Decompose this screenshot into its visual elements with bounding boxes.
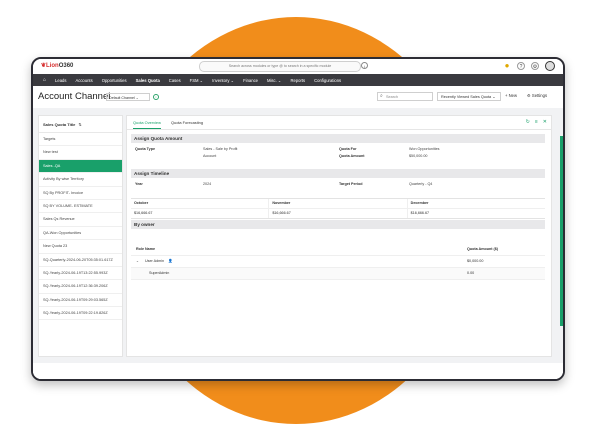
avatar[interactable] xyxy=(545,61,555,71)
year-label: Year xyxy=(135,182,143,186)
quota-for-label: Quota For xyxy=(339,147,357,151)
tab-actions: ↻ ≡ ✕ xyxy=(526,119,547,125)
owner-quota-table: Role Name Quota Amount ($) ⌄ User Admin … xyxy=(131,244,545,280)
sidebar-item[interactable]: Sales Qs Revenue xyxy=(39,213,122,227)
page-scrollbar[interactable] xyxy=(560,136,563,326)
settings-button[interactable]: ⚙ Settings xyxy=(527,93,547,98)
nav-item-fsm[interactable]: FSM ⌄ xyxy=(190,78,204,83)
content-area: Sales Quota Title ⇅ Targets New test Sal… xyxy=(33,108,563,379)
list-icon[interactable]: ≡ xyxy=(535,119,538,125)
sidebar-item[interactable]: SQ-Quarterly-2024-06-20T05:35:01.617Z xyxy=(39,254,122,267)
bottom-blank-area xyxy=(33,363,563,379)
nav-item-opportunities[interactable]: Opportunities xyxy=(102,78,127,83)
app-logo[interactable]: ❦LionO360 xyxy=(41,62,73,69)
owner-amount: 0.00 xyxy=(467,271,475,275)
table-header-row: Role Name Quota Amount ($) xyxy=(131,244,545,256)
target-period-label: Target Period xyxy=(339,182,363,186)
table-row[interactable]: ⌄ User Admin 👤 $0,000.00 xyxy=(131,256,545,268)
table-row: $16,666.67 $16,666.67 $16,666.67 xyxy=(131,209,545,218)
sidebar-item[interactable]: SQ-Yearly-2024-06-19T09:29:03.565Z xyxy=(39,294,122,308)
quota-type-value: Sales - Sale by Profit xyxy=(203,147,238,151)
quota-amount-label: Quota Amount xyxy=(339,154,365,158)
month-header: November xyxy=(269,199,408,208)
home-icon[interactable]: ⌂ xyxy=(43,77,46,83)
sidebar-item[interactable]: New test xyxy=(39,146,122,160)
gear-icon[interactable]: ⚙ xyxy=(531,62,539,70)
nav-item-sales-quota[interactable]: Sales Quota xyxy=(136,78,160,83)
info-icon[interactable]: i xyxy=(153,94,159,100)
sidebar-item[interactable]: SQ-Yearly-2024-06-19T12:36:39.206Z xyxy=(39,280,122,294)
sidebar-item[interactable]: Targets xyxy=(39,133,122,147)
global-search-input[interactable]: Search across modules or type @ to searc… xyxy=(199,61,361,72)
month-amount: $16,666.67 xyxy=(269,209,408,218)
quota-amount-value: $50,000.00 xyxy=(409,154,428,158)
month-amount: $16,666.67 xyxy=(131,209,270,218)
help-icon[interactable]: ? xyxy=(517,62,525,70)
new-button[interactable]: + New xyxy=(505,93,517,98)
owner-name: User Admin xyxy=(145,259,165,263)
tab-quota-overview[interactable]: Quota Overview xyxy=(133,120,161,129)
sidebar-item[interactable]: Activity By wise Territory xyxy=(39,173,122,187)
section-by-owner: By owner xyxy=(131,220,545,229)
page-header: Account Channel Default Channel ⌄ i ⌕ Se… xyxy=(33,86,563,108)
nav-item-leads[interactable]: Leads xyxy=(55,78,66,83)
nav-item-reports[interactable]: Reports xyxy=(290,78,305,83)
monthly-targets-table: October November December $16,666.67 $16… xyxy=(131,198,545,219)
target-period-value: Quarterly - Q4 xyxy=(409,182,433,186)
main-nav: ⌂ Leads Accounts Opportunities Sales Quo… xyxy=(33,74,563,86)
info-icon[interactable]: i xyxy=(361,62,368,69)
sidebar-item[interactable]: QA-Won Opportunities xyxy=(39,227,122,241)
quota-detail-panel: Quota Overview Quota Forecasting ↻ ≡ ✕ A… xyxy=(126,115,552,357)
sidebar-item[interactable]: SQ-Yearly-2024-06-19T13:22:55.993Z xyxy=(39,267,122,281)
year-value: 2024 xyxy=(203,182,212,186)
sidebar-item-active[interactable]: Sales -QA xyxy=(39,159,122,174)
quota-for-value: Won Opportunities xyxy=(409,147,440,151)
month-header: October xyxy=(131,199,270,208)
role-name-header: Role Name xyxy=(136,247,156,251)
quota-type-label: Quota Type xyxy=(135,147,156,151)
user-icon: 👤 xyxy=(168,259,173,263)
owner-name: SuperAdmin xyxy=(149,271,170,275)
tab-quota-forecasting[interactable]: Quota Forecasting xyxy=(171,120,203,125)
nav-item-configurations[interactable]: Configurations xyxy=(314,78,341,83)
sidebar-title-label: Sales Quota Title xyxy=(43,121,76,127)
nav-item-accounts[interactable]: Accounts xyxy=(75,78,92,83)
top-icon-group: ● ? ⚙ xyxy=(503,61,555,71)
sidebar-title: Sales Quota Title ⇅ xyxy=(39,116,122,133)
sidebar-item[interactable]: SQ-Yearly-2024-06-19T09:22:19.826Z xyxy=(39,307,122,321)
top-bar: ❦LionO360 Search across modules or type … xyxy=(33,59,563,75)
tab-bar: Quota Overview Quota Forecasting ↻ ≡ ✕ xyxy=(127,116,551,130)
quota-type-sub-value: Account xyxy=(203,154,217,158)
search-input[interactable]: Search xyxy=(377,92,433,101)
section-assign-timeline: Assign Timeline xyxy=(131,169,545,178)
month-header: December xyxy=(410,201,429,205)
sidebar-item[interactable]: SQ By PROFIT- Invoice xyxy=(39,187,122,200)
logo-suffix: O360 xyxy=(58,63,74,69)
sidebar-item[interactable]: SQ BY VOLUME- ESTIMATE xyxy=(39,200,122,214)
nav-item-inventory[interactable]: Inventory ⌄ xyxy=(212,78,234,83)
table-row: SuperAdmin 0.00 xyxy=(131,268,545,280)
logo-brand: Lion xyxy=(46,63,59,69)
nav-item-misc[interactable]: Misc. ⌄ xyxy=(267,78,281,83)
nav-item-finance[interactable]: Finance xyxy=(243,78,258,83)
quota-sidebar: Sales Quota Title ⇅ Targets New test Sal… xyxy=(38,115,123,357)
table-header-row: October November December xyxy=(131,199,545,209)
close-icon[interactable]: ✕ xyxy=(543,119,547,125)
month-amount: $16,666.67 xyxy=(410,211,430,215)
owner-amount: $0,000.00 xyxy=(467,259,484,263)
refresh-icon[interactable]: ↻ xyxy=(526,119,530,125)
sort-icon[interactable]: ⇅ xyxy=(78,122,81,127)
app-window: ❦LionO360 Search across modules or type … xyxy=(31,57,565,381)
section-assign-quota: Assign Quota Amount xyxy=(131,134,545,143)
chevron-down-icon[interactable]: ⌄ xyxy=(136,259,139,263)
quota-amount-header: Quota Amount ($) xyxy=(467,247,498,251)
page-title: Account Channel xyxy=(38,91,111,102)
nav-item-cases[interactable]: Cases xyxy=(169,78,181,83)
bell-icon[interactable]: ● xyxy=(503,62,511,70)
sidebar-item[interactable]: New Quota 23 xyxy=(39,240,122,254)
recently-viewed-select[interactable]: Recently Viewed Sales Quota ⌄ xyxy=(437,92,501,101)
channel-view-select[interactable]: Default Channel ⌄ xyxy=(106,93,150,101)
